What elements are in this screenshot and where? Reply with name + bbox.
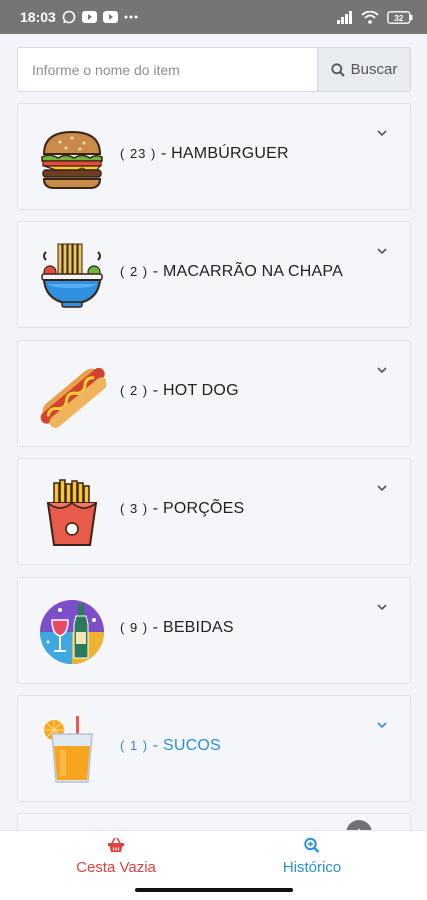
search-icon (331, 62, 345, 77)
category-name: - HOT DOG (148, 382, 239, 399)
hamburger-icon (41, 130, 103, 189)
chevron-down-icon (377, 248, 387, 255)
category-item-bebidas[interactable]: ( 9 ) - BEBIDAS (17, 577, 411, 684)
category-name: - PORÇÕES (148, 500, 245, 517)
category-item-hot-dog[interactable]: ( 2 ) - HOT DOG (17, 340, 411, 447)
battery-icon: 32 (387, 10, 413, 24)
category-count: ( 3 ) (120, 501, 149, 516)
category-label: ( 2 ) - HOT DOG (120, 382, 239, 400)
chevron-down-icon (377, 604, 387, 611)
category-label: ( 9 ) - BEBIDAS (120, 619, 234, 637)
zoom-history-icon (304, 837, 320, 853)
category-name: - HAMBÚRGUER (156, 145, 289, 162)
juice-icon (42, 716, 93, 783)
basket-icon (108, 837, 124, 852)
youtube-icon (81, 11, 97, 23)
nav-historico-button[interactable]: Histórico (232, 837, 392, 876)
noodle-bowl-icon (41, 243, 103, 308)
chevron-down-icon (377, 130, 387, 137)
battery-level: 32 (394, 12, 404, 22)
hot-dog-icon (40, 367, 106, 428)
category-count: ( 2 ) (120, 264, 149, 279)
status-bar: 18:03 32 (0, 0, 427, 34)
search-input[interactable] (17, 47, 317, 92)
category-count: ( 1 ) (120, 738, 149, 753)
nav-cesta-label: Cesta Vazia (76, 859, 156, 876)
youtube-icon (102, 11, 118, 23)
category-item-sucos[interactable]: ( 1 ) - SUCOS (17, 695, 411, 802)
category-count: ( 23 ) (120, 146, 157, 161)
category-name: - BEBIDAS (148, 619, 234, 636)
whatsapp-icon (62, 10, 76, 24)
category-name: - MACARRÃO NA CHAPA (148, 263, 343, 280)
category-label: ( 2 ) - MACARRÃO NA CHAPA (120, 263, 343, 281)
category-label: ( 3 ) - PORÇÕES (120, 500, 244, 518)
chevron-down-icon (377, 367, 387, 374)
fries-icon (46, 479, 98, 546)
status-time: 18:03 (20, 9, 56, 25)
category-item-macarrao-na-chapa[interactable]: ( 2 ) - MACARRÃO NA CHAPA (17, 221, 411, 328)
category-name: - SUCOS (148, 737, 221, 754)
search-button-label: Buscar (350, 61, 398, 78)
wifi-icon (361, 10, 379, 24)
category-label: ( 23 ) - HAMBÚRGUER (120, 145, 289, 163)
home-indicator[interactable] (135, 888, 293, 892)
search-button[interactable]: Buscar (317, 47, 411, 92)
search-bar: Buscar (17, 47, 411, 92)
category-item-porcoes[interactable]: ( 3 ) - PORÇÕES (17, 458, 411, 565)
more-dots-icon (124, 15, 138, 19)
signal-icon (337, 10, 353, 24)
chevron-down-icon (377, 485, 387, 492)
nav-historico-label: Histórico (282, 859, 342, 876)
category-label: ( 1 ) - SUCOS (120, 737, 221, 755)
category-count: ( 9 ) (120, 620, 149, 635)
drinks-icon (40, 600, 104, 664)
category-count: ( 2 ) (120, 383, 149, 398)
chevron-down-icon (377, 722, 387, 729)
category-item-hamburguer[interactable]: ( 23 ) - HAMBÚRGUER (17, 103, 411, 210)
nav-cesta-button[interactable]: Cesta Vazia (36, 837, 196, 876)
